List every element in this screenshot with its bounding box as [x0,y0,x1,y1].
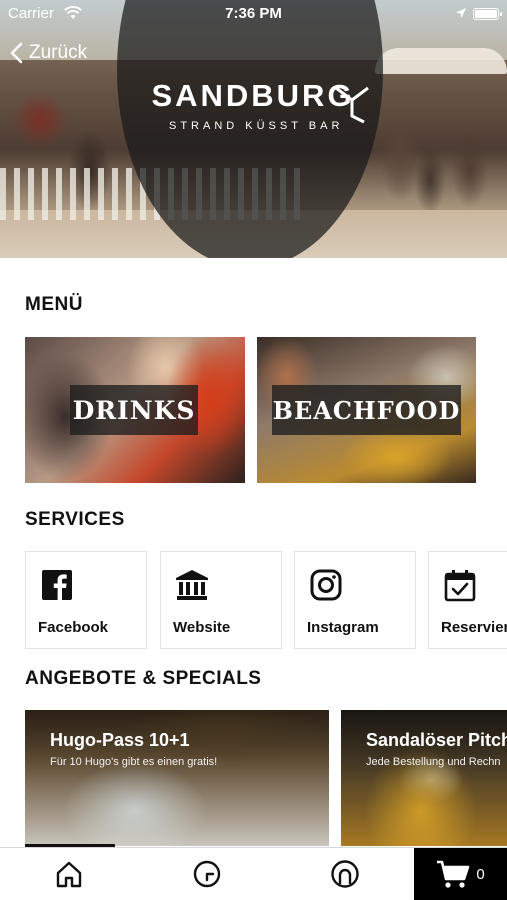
tab-cart[interactable]: 0 [414,848,507,900]
status-time: 7:36 PM [225,5,282,22]
offer-title: Sandalöser Pitcher [366,730,507,750]
service-label: Reservieru [441,619,507,636]
menu-tile-label: DRINKS [70,385,198,435]
service-label: Instagram [307,619,379,636]
service-card-facebook[interactable]: Facebook [25,551,147,649]
offer-card-hugo-pass[interactable]: Hugo-Pass 10+1 Für 10 Hugo's gibt es ein… [25,710,329,846]
menu-section-title: MENÜ [25,294,83,315]
offers-section-title: ANGEBOTE & SPECIALS [25,668,262,689]
service-label: Website [173,619,231,636]
calendar-check-icon [444,570,476,602]
service-card-website[interactable]: Website [160,551,282,649]
bank-icon [176,570,208,600]
battery-icon [473,8,502,20]
service-card-instagram[interactable]: Instagram [294,551,416,649]
tab-history[interactable] [138,848,276,900]
menu-tile-label: BEACHFOOD [272,385,461,435]
profile-icon [331,860,359,888]
cart-icon [437,860,470,888]
menu-tile-drinks[interactable]: DRINKS [25,337,245,483]
tab-home[interactable] [0,848,138,900]
services-section-title: SERVICES [25,509,125,530]
clock-icon [193,860,221,888]
back-button[interactable]: Zurück [10,40,87,66]
location-icon [456,8,466,18]
logo-mark-icon [335,86,369,124]
facebook-icon [42,570,72,600]
chevron-left-icon [10,42,23,64]
offer-title: Hugo-Pass 10+1 [50,730,190,750]
home-icon [56,861,82,888]
cart-count: 0 [476,865,485,883]
offer-subtitle: Jede Bestellung und Rechn [366,756,501,768]
offer-subtitle: Für 10 Hugo's gibt es einen gratis! [50,756,218,768]
back-label: Zurück [29,42,88,63]
tab-profile[interactable] [276,848,414,900]
offer-card-pitcher[interactable]: Sandalöser Pitcher Jede Bestellung und R… [341,710,507,846]
status-bar: Carrier 7:36 PM [0,0,507,28]
service-label: Facebook [38,619,109,636]
instagram-icon [310,569,342,601]
service-card-reservation[interactable]: Reservieru [428,551,507,649]
hero-umbrella [375,48,507,74]
tab-bar: 0 [0,847,507,900]
menu-tile-beachfood[interactable]: BEACHFOOD [257,337,476,483]
